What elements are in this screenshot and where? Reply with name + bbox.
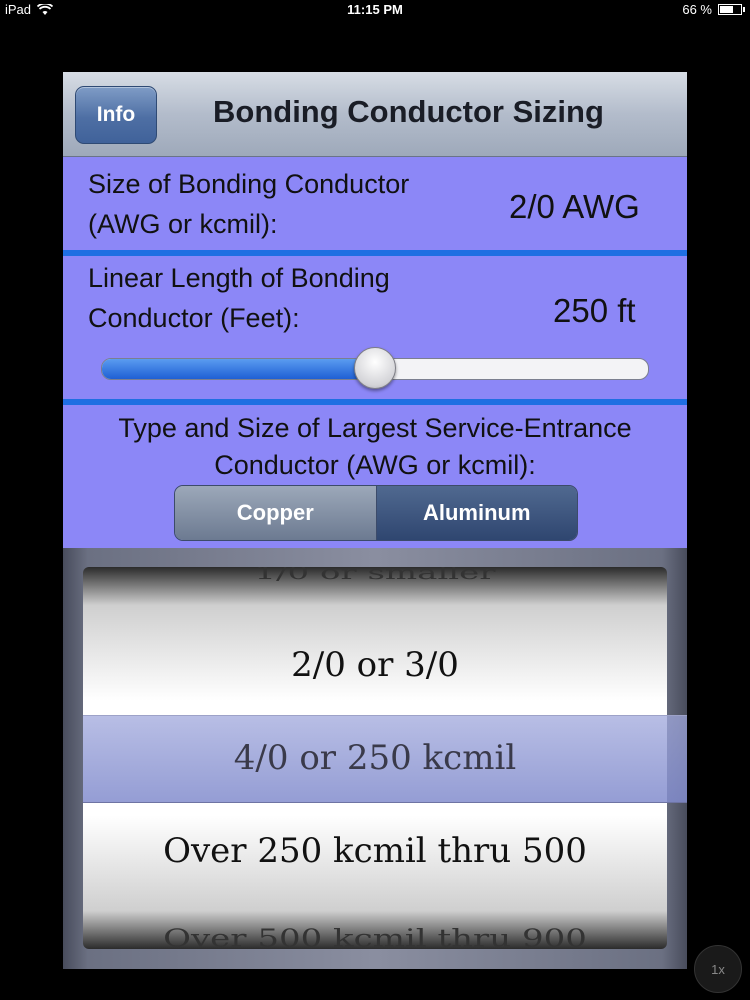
- page-title: Bonding Conductor Sizing: [213, 94, 604, 129]
- battery-icon: [718, 4, 745, 15]
- length-value: 250 ft: [553, 292, 636, 329]
- app-window: Info Bonding Conductor Sizing Size of Bo…: [63, 72, 687, 969]
- segment-aluminum[interactable]: Aluminum: [376, 486, 577, 540]
- bonding-size-value: 2/0 AWG: [509, 188, 640, 225]
- bonding-size-label-line1: Size of Bonding Conductor: [88, 169, 410, 199]
- section-divider: [63, 399, 687, 405]
- battery-percent: 66 %: [682, 2, 712, 17]
- length-label-line1: Linear Length of Bonding: [88, 263, 390, 293]
- navigation-bar: Info Bonding Conductor Sizing: [63, 72, 687, 157]
- picker-item[interactable]: 1/0 or smaller: [83, 567, 667, 584]
- picker-selected-item[interactable]: 4/0 or 250 kcmil: [83, 738, 667, 778]
- length-slider-knob[interactable]: [354, 347, 396, 389]
- picker-selection-bar[interactable]: 4/0 or 250 kcmil: [83, 715, 687, 803]
- info-button[interactable]: Info: [75, 86, 157, 144]
- status-time: 11:15 PM: [347, 2, 403, 17]
- service-entrance-label-line2: Conductor (AWG or kcmil):: [214, 450, 536, 480]
- section-divider: [63, 250, 687, 256]
- conductor-type-segmented-control: Copper Aluminum: [174, 485, 578, 541]
- battery-fill: [720, 6, 733, 13]
- length-slider-fill: [102, 359, 375, 379]
- length-label-line2: Conductor (Feet):: [88, 303, 300, 333]
- bonding-size-label-line2: (AWG or kcmil):: [88, 209, 278, 239]
- status-right: 66 %: [682, 2, 745, 17]
- service-entrance-label-line1: Type and Size of Largest Service-Entranc…: [118, 413, 632, 443]
- picker-item[interactable]: Over 500 kcmil thru 900: [83, 925, 667, 949]
- segment-copper[interactable]: Copper: [175, 486, 377, 540]
- playback-speed-button[interactable]: 1x: [694, 945, 742, 993]
- status-bar: iPad 11:15 PM 66 %: [0, 0, 750, 20]
- picker-item[interactable]: Over 250 kcmil thru 500: [83, 831, 667, 871]
- picker-item[interactable]: 2/0 or 3/0: [83, 645, 667, 685]
